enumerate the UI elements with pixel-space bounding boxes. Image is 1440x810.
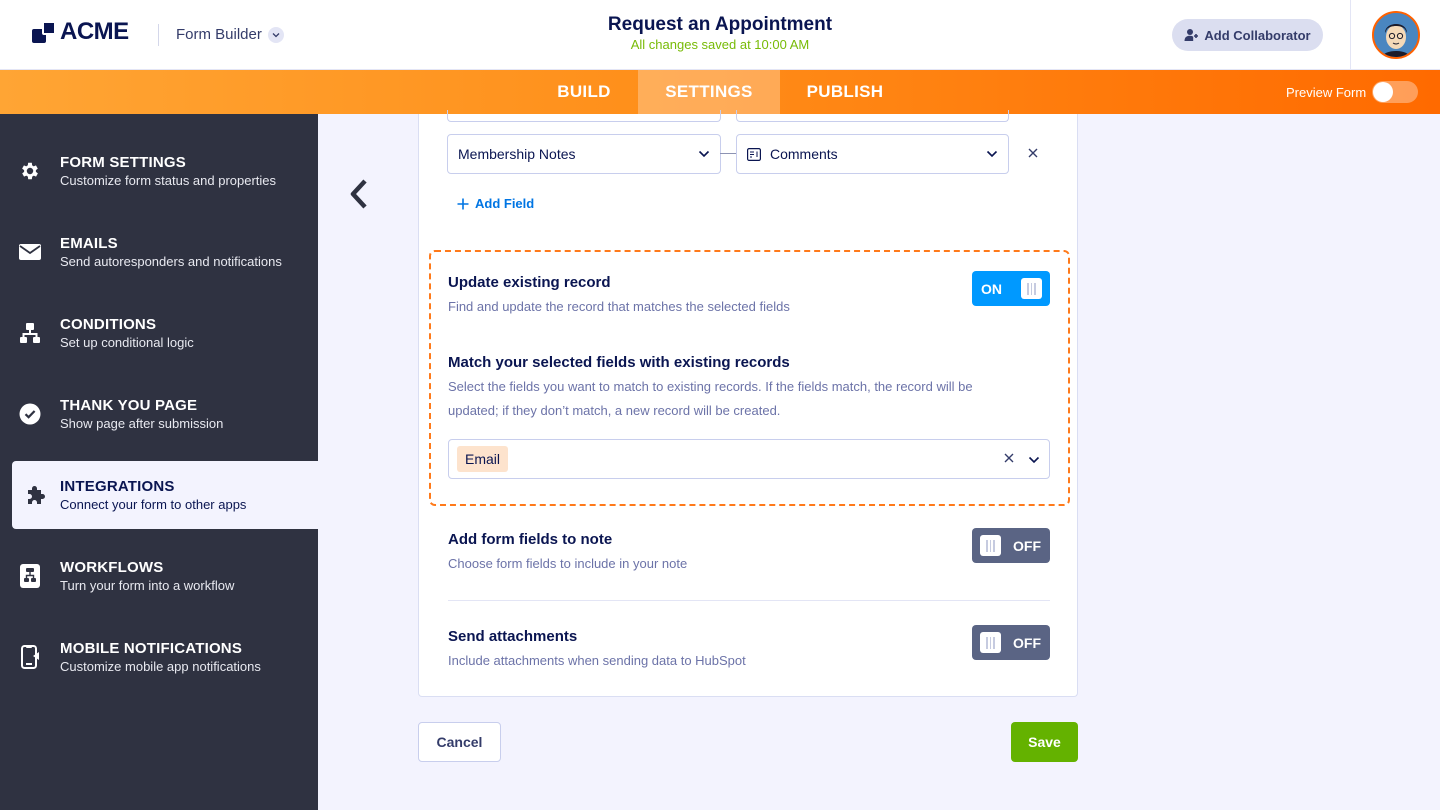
header-divider xyxy=(158,24,159,46)
plus-icon xyxy=(457,198,469,209)
section-divider xyxy=(448,600,1050,601)
sidebar-item-desc: Send autoresponders and notifications xyxy=(60,254,282,269)
toggle-grip-icon xyxy=(980,535,1001,556)
toggle-grip-icon xyxy=(980,632,1001,653)
sitemap-icon xyxy=(0,322,60,344)
settings-sidebar: FORM SETTINGS Customize form status and p… xyxy=(0,114,318,810)
match-fields-desc-line-2: updated; if they don’t match, a new reco… xyxy=(448,403,781,418)
add-note-title: Add form fields to note xyxy=(448,531,613,548)
form-field-value: Comments xyxy=(770,146,838,162)
sidebar-item-title: INTEGRATIONS xyxy=(60,478,175,495)
tab-build[interactable]: BUILD xyxy=(530,70,638,114)
update-record-title: Update existing record xyxy=(448,274,611,291)
top-header: ACME Form Builder Request an Appointment… xyxy=(0,0,1440,70)
sidebar-item-title: MOBILE NOTIFICATIONS xyxy=(60,640,243,657)
sidebar-item-desc: Show page after submission xyxy=(60,416,224,431)
chevron-down-icon xyxy=(986,150,998,158)
clear-selection-button[interactable] xyxy=(1004,450,1014,467)
tab-publish[interactable]: PUBLISH xyxy=(780,70,910,114)
update-record-desc: Find and update the record that matches … xyxy=(448,299,790,314)
avatar[interactable] xyxy=(1371,11,1420,59)
envelope-icon xyxy=(0,243,60,261)
add-field-button[interactable]: Add Field xyxy=(457,196,534,211)
sidebar-item-mobile-notifications[interactable]: MOBILE NOTIFICATIONS Customize mobile app… xyxy=(0,623,318,691)
add-collaborator-label: Add Collaborator xyxy=(1204,27,1311,43)
chevron-down-icon xyxy=(267,26,284,43)
user-avatar-icon xyxy=(1373,13,1418,57)
toggle-state-label: OFF xyxy=(1013,634,1041,651)
attachments-toggle[interactable]: OFF xyxy=(972,625,1050,660)
save-button[interactable]: Save xyxy=(1011,722,1078,762)
sidebar-item-desc: Customize form status and properties xyxy=(60,173,277,188)
sidebar-item-title: FORM SETTINGS xyxy=(60,154,186,171)
chevron-left-icon xyxy=(350,179,367,209)
chevron-down-icon[interactable] xyxy=(1028,454,1040,466)
sidebar-item-emails[interactable]: EMAILS Send autoresponders and notificati… xyxy=(0,218,318,286)
integration-settings-card: Membership Notes Comments Add Field Upda… xyxy=(418,110,1078,697)
close-icon xyxy=(1028,148,1038,158)
preview-form-toggle[interactable] xyxy=(1372,81,1419,103)
form-field-select[interactable]: Comments xyxy=(736,134,1009,174)
preview-form-label: Preview Form xyxy=(1286,84,1367,100)
toggle-grip-icon xyxy=(1021,278,1042,299)
save-status: All changes saved at 10:00 AM xyxy=(630,37,810,52)
field-connector xyxy=(720,153,736,154)
back-button[interactable] xyxy=(345,176,373,212)
sidebar-item-desc: Connect your form to other apps xyxy=(60,497,247,512)
builder-tabs-bar: BUILD SETTINGS PUBLISH Preview Form xyxy=(0,70,1440,114)
field-select-stub xyxy=(447,110,721,122)
tab-settings[interactable]: SETTINGS xyxy=(638,70,780,114)
puzzle-icon xyxy=(12,483,60,507)
update-record-toggle[interactable]: ON xyxy=(972,271,1050,306)
acme-logo[interactable]: ACME xyxy=(32,18,129,46)
hubspot-field-value: Membership Notes xyxy=(458,146,576,162)
form-title[interactable]: Request an Appointment xyxy=(520,14,920,36)
match-fields-title: Match your selected fields with existing… xyxy=(448,354,790,371)
attachments-desc: Include attachments when sending data to… xyxy=(448,653,746,668)
match-fields-desc-line-1: Select the fields you want to match to e… xyxy=(448,379,973,394)
add-note-desc: Choose form fields to include in your no… xyxy=(448,556,688,571)
sidebar-item-workflows[interactable]: WORKFLOWS Turn your form into a workflow xyxy=(0,542,318,610)
match-fields-select[interactable]: Email xyxy=(448,439,1050,479)
textarea-icon xyxy=(747,147,761,161)
selected-field-tag[interactable]: Email xyxy=(457,446,509,472)
toggle-state-label: ON xyxy=(981,280,1002,297)
sidebar-item-title: EMAILS xyxy=(60,235,118,252)
chevron-down-icon xyxy=(698,150,710,158)
toggle-state-label: OFF xyxy=(1013,537,1041,554)
logo-text: ACME xyxy=(60,18,129,45)
field-select-stub xyxy=(736,110,1009,122)
preview-form-control: Preview Form xyxy=(1286,70,1419,114)
sidebar-item-title: CONDITIONS xyxy=(60,316,157,333)
avatar-area xyxy=(1350,0,1440,70)
check-circle-icon xyxy=(0,403,60,425)
app-name: Form Builder xyxy=(176,26,262,43)
logo-mark-icon xyxy=(32,19,58,45)
attachments-title: Send attachments xyxy=(448,628,578,645)
cancel-button[interactable]: Cancel xyxy=(418,722,501,762)
sidebar-item-desc: Set up conditional logic xyxy=(60,335,194,350)
sidebar-item-form-settings[interactable]: FORM SETTINGS Customize form status and p… xyxy=(0,137,318,205)
sidebar-item-desc: Customize mobile app notifications xyxy=(60,659,261,674)
sidebar-item-thank-you-page[interactable]: THANK YOU PAGE Show page after submission xyxy=(0,380,318,448)
remove-mapping-button[interactable] xyxy=(1025,145,1041,163)
gear-icon xyxy=(0,160,60,182)
sidebar-item-title: THANK YOU PAGE xyxy=(60,397,198,414)
form-title-block: Request an Appointment All changes saved… xyxy=(520,14,920,52)
add-note-toggle[interactable]: OFF xyxy=(972,528,1050,563)
sidebar-item-integrations[interactable]: INTEGRATIONS Connect your form to other a… xyxy=(12,461,318,529)
hubspot-field-select[interactable]: Membership Notes xyxy=(447,134,721,174)
mobile-icon xyxy=(0,645,60,669)
form-builder-menu[interactable]: Form Builder xyxy=(176,26,284,43)
sidebar-item-conditions[interactable]: CONDITIONS Set up conditional logic xyxy=(0,299,318,367)
workflow-icon xyxy=(0,564,60,588)
sidebar-item-title: WORKFLOWS xyxy=(60,559,164,576)
add-user-icon xyxy=(1184,29,1199,41)
add-field-label: Add Field xyxy=(475,196,535,211)
add-collaborator-button[interactable]: Add Collaborator xyxy=(1172,19,1323,51)
sidebar-item-desc: Turn your form into a workflow xyxy=(60,578,235,593)
close-icon xyxy=(1004,453,1014,463)
